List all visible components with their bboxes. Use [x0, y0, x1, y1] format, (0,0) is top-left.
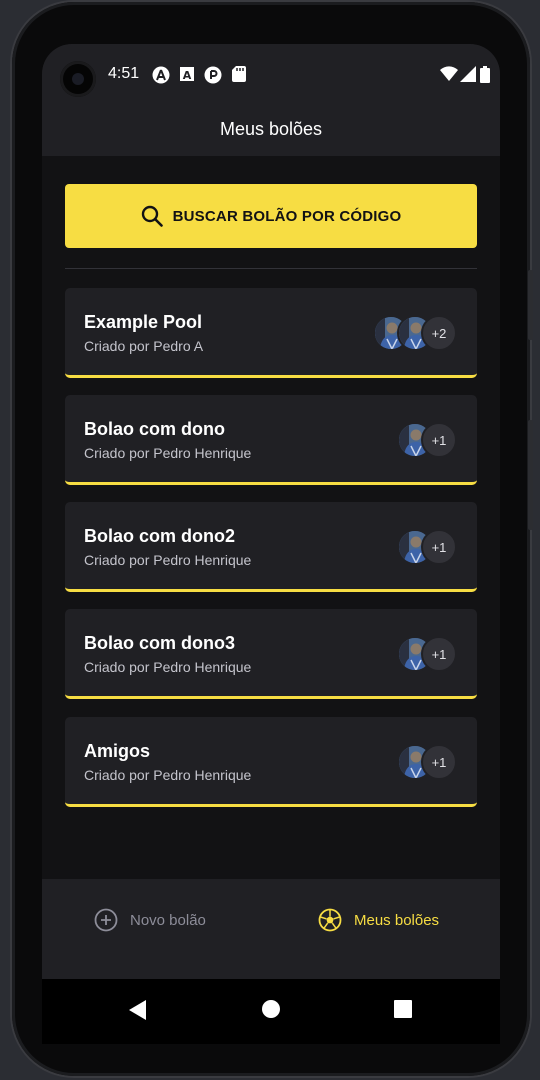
participants: +2	[373, 315, 457, 351]
search-icon	[141, 205, 163, 227]
participants: +1	[397, 636, 457, 672]
volume-button	[528, 420, 533, 530]
pool-card[interactable]: Bolao com dono3 Criado por Pedro Henriqu…	[65, 609, 477, 699]
pool-owner: Criado por Pedro Henrique	[84, 767, 252, 783]
search-by-code-button[interactable]: BUSCAR BOLÃO POR CÓDIGO	[65, 184, 477, 248]
tab-new-pool-label: Novo bolão	[130, 911, 206, 929]
status-time: 4:51	[108, 65, 140, 82]
system-nav-bar	[42, 979, 500, 1044]
soccer-ball-icon	[318, 908, 342, 932]
pool-title: Example Pool	[84, 312, 203, 332]
tab-new-pool[interactable]: Novo bolão	[94, 879, 206, 961]
wifi-icon	[440, 66, 458, 82]
status-bar: 4:51 A	[42, 44, 500, 102]
search-button-label: BUSCAR BOLÃO POR CÓDIGO	[172, 207, 402, 225]
pool-owner: Criado por Pedro Henrique	[84, 445, 252, 461]
tab-my-pools[interactable]: Meus bolões	[318, 879, 439, 961]
extra-participants-badge: +2	[421, 315, 457, 351]
pool-title: Bolao com dono	[84, 419, 225, 439]
participants: +1	[397, 744, 457, 780]
header: Meus bolões	[42, 102, 500, 156]
app-screen: 4:51 A Meus bolões BUSCAR BOLÃO POR CÓDI…	[42, 44, 500, 1044]
pool-card[interactable]: Bolao com dono2 Criado por Pedro Henriqu…	[65, 502, 477, 592]
signal-icon	[460, 66, 476, 82]
recents-icon[interactable]	[394, 1000, 412, 1018]
pool-title: Amigos	[84, 741, 151, 761]
bottom-tab-bar: Novo bolão Meus bolões	[42, 879, 500, 979]
plus-circle-icon	[94, 908, 118, 932]
participants: +1	[397, 422, 457, 458]
circle-p-icon	[204, 66, 222, 84]
home-icon[interactable]	[261, 999, 281, 1019]
extra-participants-badge: +1	[421, 529, 457, 565]
tab-my-pools-label: Meus bolões	[354, 911, 440, 929]
sd-card-icon	[232, 66, 246, 82]
pool-owner: Criado por Pedro Henrique	[84, 659, 252, 675]
front-camera	[60, 61, 96, 97]
pool-card[interactable]: Example Pool Criado por Pedro A +2	[65, 288, 477, 378]
participants: +1	[397, 529, 457, 565]
react-icon	[152, 66, 170, 84]
pool-title: Bolao com dono2	[84, 526, 236, 546]
battery-icon	[480, 66, 490, 83]
pool-owner: Criado por Pedro A	[84, 338, 204, 354]
font-icon: A	[180, 66, 194, 82]
pool-card[interactable]: Bolao com dono Criado por Pedro Henrique…	[65, 395, 477, 485]
power-button	[528, 270, 533, 340]
pool-title: Bolao com dono3	[84, 633, 236, 653]
pool-card[interactable]: Amigos Criado por Pedro Henrique +1	[65, 717, 477, 807]
page-title: Meus bolões	[219, 118, 323, 139]
back-icon[interactable]	[128, 999, 148, 1021]
extra-participants-badge: +1	[421, 636, 457, 672]
extra-participants-badge: +1	[421, 744, 457, 780]
divider	[65, 268, 477, 269]
svg-text:A: A	[183, 69, 192, 82]
extra-participants-badge: +1	[421, 422, 457, 458]
pool-owner: Criado por Pedro Henrique	[84, 552, 252, 568]
